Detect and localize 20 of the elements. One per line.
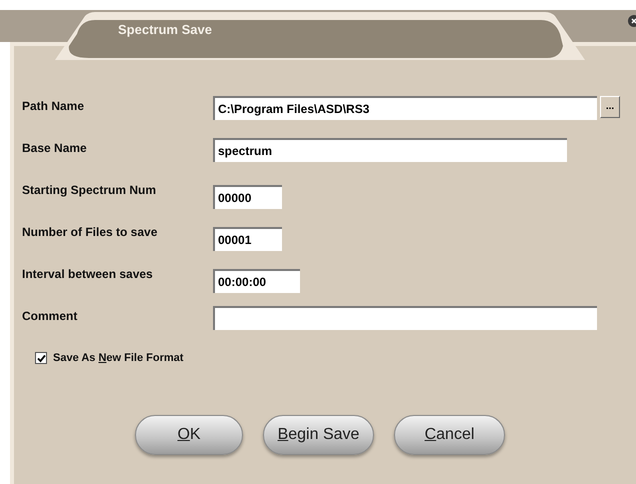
input-field[interactable]: 00:00:00: [213, 269, 300, 293]
dialog-button[interactable]: OK: [135, 414, 243, 454]
close-icon[interactable]: [626, 14, 636, 28]
checkbox-label: Save As New File Format: [53, 351, 184, 366]
input-field[interactable]: 00000: [213, 185, 282, 209]
window-title: Spectrum Save: [118, 21, 212, 39]
field-label: Starting Spectrum Num: [22, 182, 158, 199]
browse-button[interactable]: ...: [600, 96, 620, 118]
field-label: Interval between saves: [22, 266, 154, 283]
input-field[interactable]: 00001: [213, 227, 282, 251]
checkbox[interactable]: [35, 352, 47, 364]
field-label: Number of Files to save: [22, 224, 158, 241]
input-field[interactable]: [213, 306, 597, 330]
input-field[interactable]: spectrum: [213, 138, 567, 162]
dialog-button[interactable]: Begin Save: [263, 414, 374, 454]
field-label: Comment: [22, 308, 78, 325]
input-field[interactable]: C:\Program Files\ASD\RS3: [213, 96, 597, 120]
field-label: Base Name: [22, 140, 88, 157]
field-label: Path Name: [22, 98, 86, 115]
dialog-button[interactable]: Cancel: [394, 414, 505, 454]
